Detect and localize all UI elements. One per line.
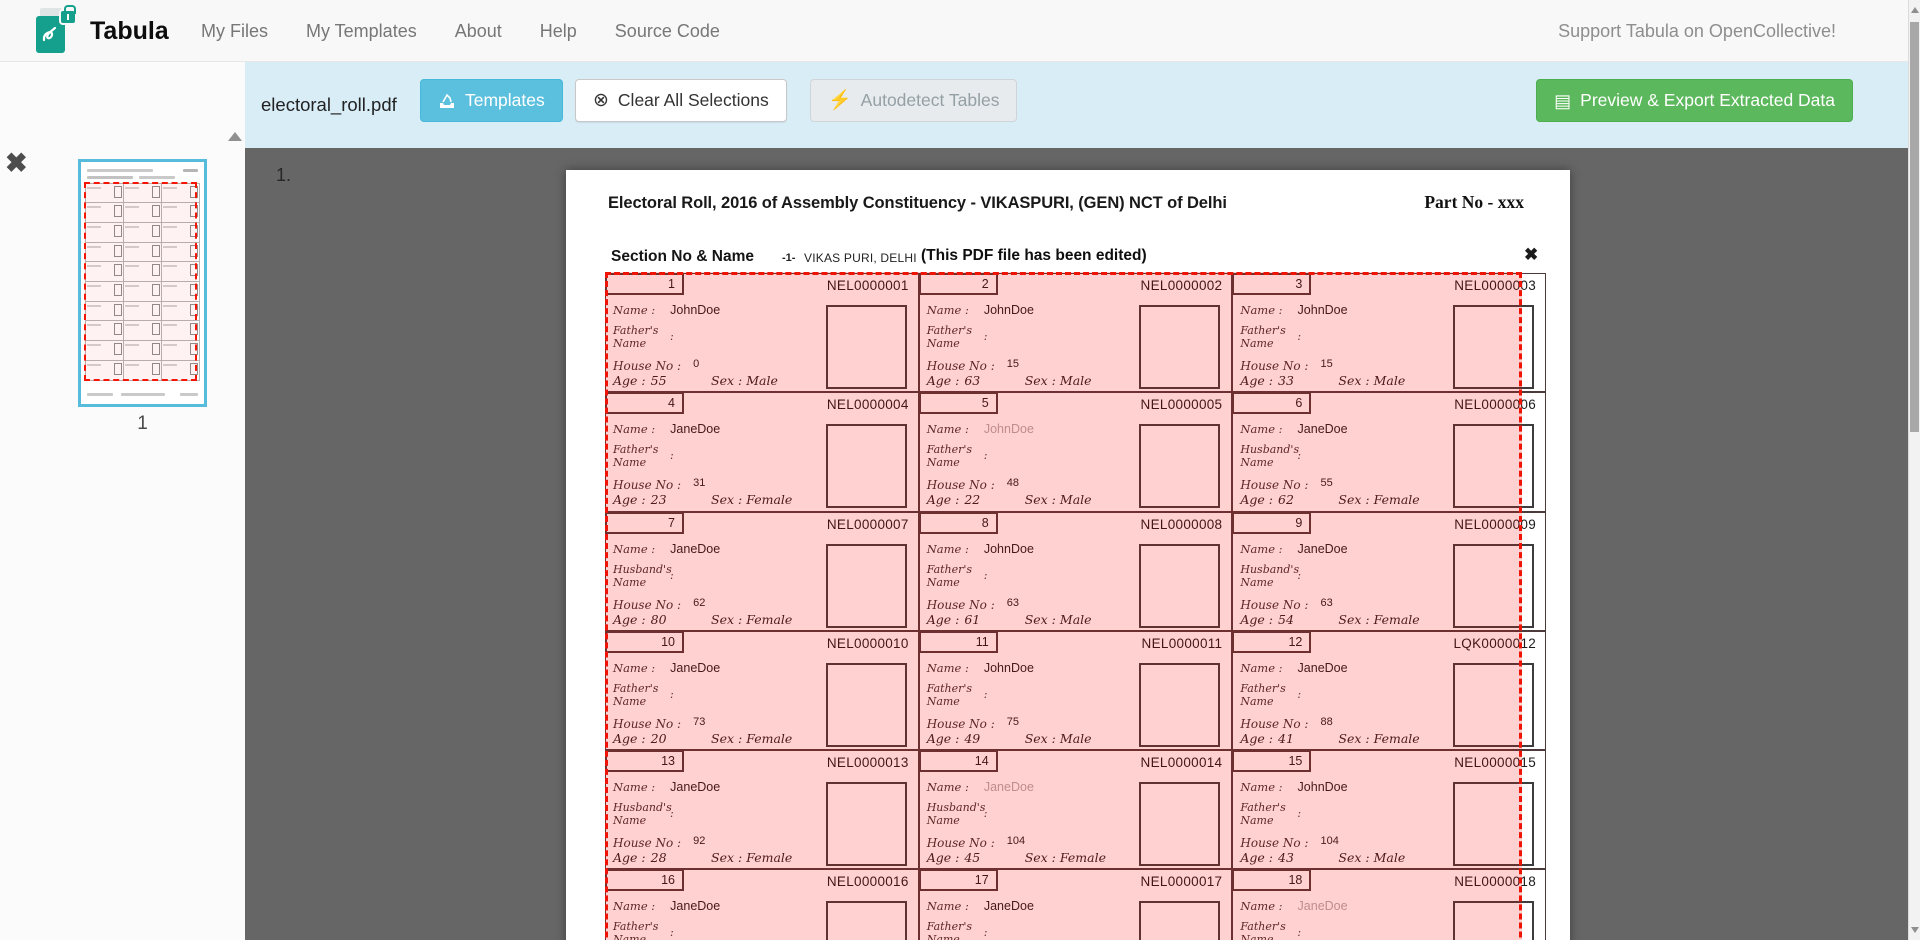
remove-page-icon[interactable]: ✖ (5, 150, 28, 177)
preview-export-button[interactable]: ▤ Preview & Export Extracted Data (1536, 79, 1853, 122)
templates-tray-icon (438, 92, 456, 110)
support-opencollective-link[interactable]: Support Tabula on OpenCollective! (1558, 0, 1836, 62)
tabula-pdf-logo-icon (36, 8, 78, 54)
page-1-thumbnail[interactable] (78, 159, 207, 407)
nav-item-about[interactable]: About (436, 21, 521, 42)
thumbnail-mini-cell (161, 301, 200, 322)
thumbnail-mini-cell (85, 320, 124, 341)
toolbar: electoral_roll.pdf Templates ⊗ Clear All… (245, 62, 1908, 148)
thumbnail-footer-bar-2 (121, 393, 165, 396)
thumbnail-mini-cell (85, 261, 124, 282)
pdf-page-1[interactable]: Electoral Roll, 2016 of Assembly Constit… (566, 170, 1570, 940)
sidebar-scroll-up-arrow[interactable] (228, 132, 242, 141)
thumbnail-footer-bar-3 (180, 393, 198, 396)
pdf-curl-glyph (40, 24, 62, 46)
nav-item-my-templates[interactable]: My Templates (287, 21, 436, 42)
lock-icon (61, 11, 75, 23)
thumbnail-mini-cell (161, 242, 200, 263)
thumbnail-mini-cell (123, 261, 162, 282)
thumbnail-mini-cell (123, 320, 162, 341)
thumbnail-mini-cell (123, 222, 162, 243)
thumbnail-footer-bar-1 (87, 393, 113, 396)
window-scrollbar (1908, 0, 1920, 940)
selection-close-icon[interactable]: ✖ (1524, 246, 1538, 263)
autodetect-tables-button[interactable]: ⚡ Autodetect Tables (810, 79, 1017, 122)
templates-button-label: Templates (465, 90, 545, 111)
thumbnail-edited-bar (139, 176, 175, 179)
thumbnail-mini-cell (161, 261, 200, 282)
thumbnail-mini-cell (123, 202, 162, 223)
section-label: Section No & Name (611, 248, 754, 266)
navbar: Tabula My Files My Templates About Help … (0, 0, 1920, 62)
clear-all-selections-button[interactable]: ⊗ Clear All Selections (575, 79, 787, 122)
section-place: VIKAS PURI, DELHI (804, 251, 917, 265)
table-selection-region[interactable] (605, 272, 1522, 940)
part-no: Part No - xxx (1424, 192, 1524, 213)
thumbnail-mini-cell (123, 183, 162, 204)
autodetect-button-label: Autodetect Tables (861, 90, 1000, 111)
export-button-label: Preview & Export Extracted Data (1580, 90, 1835, 111)
thumbnail-mini-cell (85, 340, 124, 361)
table-grid-icon: ▤ (1554, 92, 1571, 110)
electoral-roll-title: Electoral Roll, 2016 of Assembly Constit… (608, 194, 1227, 213)
scrollbar-thumb[interactable] (1910, 22, 1919, 432)
nav-item-source-code[interactable]: Source Code (596, 21, 739, 42)
page-thumbnail-sidebar: ✖ 1 (0, 62, 245, 940)
scrollbar-down-arrow[interactable] (1911, 927, 1919, 933)
thumbnail-section-bar (87, 176, 133, 179)
thumbnail-mini-cell (85, 360, 124, 381)
thumbnail-mini-cell (85, 281, 124, 302)
thumbnail-mini-cell (85, 242, 124, 263)
page-index-label: 1. (276, 165, 291, 186)
thumbnail-mini-cell (161, 183, 200, 204)
thumbnail-partno-bar (183, 169, 198, 172)
brand-title: Tabula (90, 17, 169, 46)
nav-item-my-files[interactable]: My Files (182, 21, 287, 42)
thumbnail-mini-cell (161, 202, 200, 223)
thumbnail-mini-cell (161, 320, 200, 341)
templates-button[interactable]: Templates (420, 79, 563, 122)
thumbnail-mini-cell (85, 183, 124, 204)
brand-home-link[interactable]: Tabula (36, 8, 169, 54)
thumbnail-mini-cell (123, 360, 162, 381)
thumbnail-mini-cell (161, 281, 200, 302)
thumbnail-mini-cell (161, 222, 200, 243)
section-number: -1- (782, 252, 795, 264)
thumbnail-mini-cell (161, 340, 200, 361)
lightning-bolt-icon: ⚡ (828, 91, 852, 110)
thumbnail-mini-cell (123, 242, 162, 263)
document-canvas: 1. Electoral Roll, 2016 of Assembly Cons… (245, 148, 1908, 940)
current-filename: electoral_roll.pdf (261, 62, 397, 148)
thumbnail-page-number: 1 (78, 413, 207, 435)
tabula-app: Tabula My Files My Templates About Help … (0, 0, 1920, 940)
thumbnail-title-bar (87, 169, 153, 172)
thumbnail-mini-cell (123, 281, 162, 302)
scrollbar-up-arrow[interactable] (1911, 7, 1919, 13)
thumbnail-mini-cell (85, 222, 124, 243)
thumbnail-mini-cell (161, 360, 200, 381)
thumbnail-mini-cell (85, 202, 124, 223)
thumbnail-mini-cell (123, 340, 162, 361)
thumbnail-mini-cell (123, 301, 162, 322)
clear-button-label: Clear All Selections (618, 90, 769, 111)
pdf-edited-note: (This PDF file has been edited) (921, 247, 1147, 265)
thumbnail-mini-grid (85, 183, 200, 380)
nav-item-help[interactable]: Help (521, 21, 596, 42)
main-nav: My Files My Templates About Help Source … (182, 0, 739, 62)
circle-x-icon: ⊗ (593, 91, 609, 110)
thumbnail-mini-cell (85, 301, 124, 322)
